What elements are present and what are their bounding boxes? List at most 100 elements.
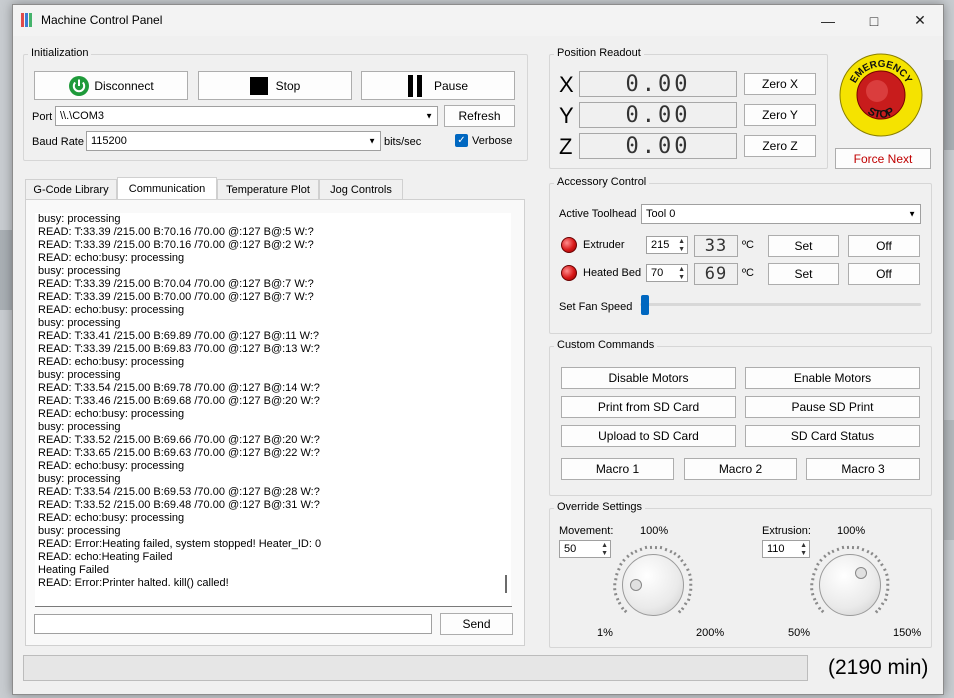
stop-label: Stop (275, 78, 301, 93)
tab-jog-controls[interactable]: Jog Controls (319, 179, 403, 199)
fan-speed-slider-handle[interactable] (641, 295, 649, 315)
movement-spinbox[interactable]: 50 ▲ ▼ (559, 540, 611, 558)
refresh-button[interactable]: Refresh (444, 105, 515, 127)
disconnect-button[interactable]: Disconnect (34, 71, 188, 100)
extruder-target-spinbox[interactable]: 215 ▲ ▼ (646, 236, 688, 254)
disable-motors-button[interactable]: Disable Motors (561, 367, 736, 389)
minimize-button[interactable]: — (805, 5, 851, 36)
log-line: READ: echo:Heating Failed (38, 551, 173, 563)
movement-min-label: 1% (597, 627, 613, 639)
baud-unit: bits/sec (384, 136, 422, 148)
pause-sd-button[interactable]: Pause SD Print (745, 396, 920, 418)
extrusion-dial-indicator (855, 567, 867, 579)
extrusion-dial[interactable] (819, 554, 881, 616)
toolhead-select[interactable]: Tool 0 ▼ (641, 204, 921, 224)
heated-bed-label: Heated Bed (583, 267, 642, 279)
send-button[interactable]: Send (440, 613, 513, 635)
baud-select[interactable]: 115200 ▼ (86, 131, 381, 151)
chevron-down-icon: ▼ (908, 209, 916, 219)
emergency-stop-button[interactable]: EMERGENCY STOP (839, 53, 923, 137)
toolhead-label: Active Toolhead (559, 208, 637, 220)
dial-tick (644, 546, 647, 550)
dial-tick (810, 583, 814, 585)
dial-tick (883, 597, 887, 601)
log-line: READ: T:33.39 /215.00 B:70.04 /70.00 @:1… (38, 278, 314, 290)
dial-tick (689, 583, 693, 585)
pause-button[interactable]: Pause (361, 71, 515, 100)
log-line: READ: echo:busy: processing (38, 460, 185, 472)
enable-motors-button[interactable]: Enable Motors (745, 367, 920, 389)
upload-sd-button[interactable]: Upload to SD Card (561, 425, 736, 447)
dial-tick (614, 572, 619, 576)
extruder-off-button[interactable]: Off (848, 235, 920, 257)
log-line: READ: T:33.41 /215.00 B:69.89 /70.00 @:1… (38, 330, 320, 342)
extruder-unit: ºC (742, 239, 754, 251)
extruder-set-button[interactable]: Set (768, 235, 839, 257)
zero-x-button[interactable]: Zero X (744, 73, 816, 95)
port-value: \\.\COM3 (60, 110, 105, 122)
y-axis-label: Y (559, 103, 574, 128)
log-line: READ: T:33.39 /215.00 B:70.16 /70.00 @:1… (38, 239, 314, 251)
macro-1-button[interactable]: Macro 1 (561, 458, 674, 480)
tab-gcode-library[interactable]: G-Code Library (25, 179, 117, 199)
dial-tick (688, 578, 693, 581)
movement-value: 50 (564, 543, 577, 555)
title-bar: Machine Control Panel — □ ✕ (13, 5, 943, 36)
extruder-label: Extruder (583, 239, 625, 251)
tab-communication[interactable]: Communication (117, 177, 217, 200)
stop-button[interactable]: Stop (198, 71, 352, 100)
dial-tick (687, 572, 692, 576)
extruder-target-value: 215 (651, 239, 670, 251)
log-line: READ: T:33.39 /215.00 B:70.00 /70.00 @:1… (38, 291, 314, 303)
log-line: busy: processing (38, 213, 121, 225)
spin-arrows-icon[interactable]: ▲ ▼ (678, 238, 685, 254)
sd-status-button[interactable]: SD Card Status (745, 425, 920, 447)
fan-speed-slider-track[interactable] (640, 303, 921, 306)
progress-bar (23, 655, 808, 681)
dial-tick (649, 545, 652, 549)
zero-y-button[interactable]: Zero Y (744, 104, 816, 126)
dial-tick (689, 588, 693, 591)
desktop-background-tile (0, 230, 12, 310)
spin-arrows-icon[interactable]: ▲ ▼ (800, 542, 807, 558)
dial-tick (846, 545, 849, 549)
spin-arrows-icon[interactable]: ▲ ▼ (601, 542, 608, 558)
log-scrollbar[interactable] (501, 213, 511, 607)
movement-dial[interactable] (622, 554, 684, 616)
dial-tick (654, 545, 657, 549)
port-select[interactable]: \\.\COM3 ▼ (55, 106, 438, 126)
movement-label: Movement: (559, 525, 614, 537)
force-next-button[interactable]: Force Next (835, 148, 931, 169)
extrusion-spinbox[interactable]: 110 ▲ ▼ (762, 540, 810, 558)
log-line: READ: T:33.52 /215.00 B:69.66 /70.00 @:1… (38, 434, 320, 446)
log-line: busy: processing (38, 525, 121, 537)
accessory-control-title: Accessory Control (554, 176, 650, 188)
bed-off-button[interactable]: Off (848, 263, 920, 285)
scrollbar-thumb[interactable] (505, 575, 507, 593)
zero-z-button[interactable]: Zero Z (744, 135, 816, 157)
print-sd-button[interactable]: Print from SD Card (561, 396, 736, 418)
dial-tick (886, 583, 890, 585)
communication-log[interactable]: busy: processing READ: T:33.39 /215.00 B:… (35, 213, 511, 607)
log-lines: busy: processing READ: T:33.39 /215.00 B:… (35, 213, 511, 590)
log-line: READ: T:33.39 /215.00 B:70.16 /70.00 @:1… (38, 226, 314, 238)
dial-tick (688, 593, 692, 596)
close-button[interactable]: ✕ (897, 5, 943, 36)
app-icon (21, 13, 35, 27)
x-position-display: 0.00 (579, 71, 737, 97)
tab-temperature-plot[interactable]: Temperature Plot (217, 179, 319, 199)
spin-arrows-icon[interactable]: ▲ ▼ (678, 266, 685, 282)
command-input[interactable] (34, 614, 432, 634)
log-line: busy: processing (38, 421, 121, 433)
bed-target-spinbox[interactable]: 70 ▲ ▼ (646, 264, 688, 282)
chevron-down-icon: ▼ (368, 136, 376, 146)
bed-target-value: 70 (651, 267, 664, 279)
log-line: READ: echo:busy: processing (38, 408, 185, 420)
maximize-button[interactable]: □ (851, 5, 897, 36)
log-line: READ: echo:busy: processing (38, 252, 185, 264)
macro-2-button[interactable]: Macro 2 (684, 458, 797, 480)
verbose-checkbox[interactable]: ✓ (455, 134, 468, 147)
dial-tick (836, 547, 839, 551)
bed-set-button[interactable]: Set (768, 263, 839, 285)
macro-3-button[interactable]: Macro 3 (806, 458, 920, 480)
